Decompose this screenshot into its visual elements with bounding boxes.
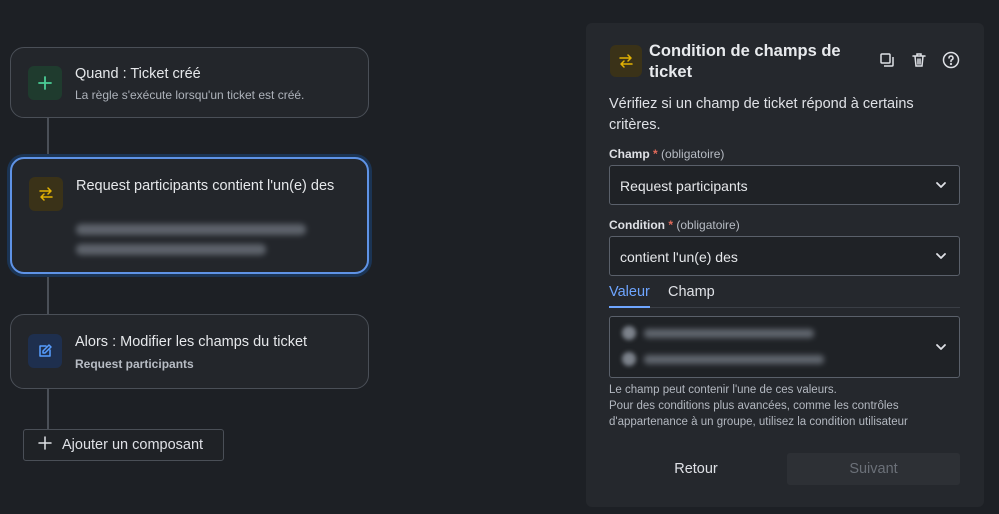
tab-champ[interactable]: Champ [668,284,715,308]
trigger-title: Quand : Ticket créé [75,66,201,82]
help-icon[interactable] [942,51,960,69]
trigger-subtitle: La règle s'exécute lorsqu'un ticket est … [75,88,305,102]
flow-connector [47,389,49,429]
trigger-node[interactable]: Quand : Ticket créé La règle s'exécute l… [10,47,369,118]
action-node[interactable]: Alors : Modifier les champs du ticket Re… [10,314,369,389]
edit-pencil-icon [28,334,62,368]
flow-connector [47,118,49,157]
chevron-down-icon [936,344,946,350]
redacted-value [76,224,306,235]
values-multiselect[interactable] [609,316,960,378]
add-component-label: Ajouter un composant [62,437,204,453]
plus-icon [38,436,52,454]
field-label: Champ * (obligatoire) [609,147,725,161]
panel-description: Vérifiez si un champ de ticket répond à … [609,96,914,133]
help-text: Le champ peut contenir l'une de ces vale… [609,384,908,428]
condition-select-value: contient l'un(e) des [620,249,738,265]
chevron-down-icon [936,253,946,259]
panel-title: Condition de champs de ticket [649,42,841,81]
back-button[interactable]: Retour [650,453,742,485]
plus-icon [28,66,62,100]
trash-icon[interactable] [910,51,928,69]
field-select-value: Request participants [620,178,748,194]
flow-connector [47,274,49,314]
value-tabs: Valeur Champ [609,284,960,308]
value-chip[interactable] [622,326,814,340]
panel-actions [878,51,960,69]
value-chip[interactable] [622,352,824,366]
action-title: Alors : Modifier les champs du ticket [75,334,308,350]
redacted-value [76,244,266,255]
duplicate-icon[interactable] [878,51,896,69]
swap-arrows-icon [29,177,63,211]
condition-select[interactable]: contient l'un(e) des [609,236,960,276]
add-component-button[interactable]: Ajouter un composant [23,429,224,461]
condition-node[interactable]: Request participants contient l'un(e) de… [10,157,369,274]
swap-arrows-icon [610,45,642,77]
field-select[interactable]: Request participants [609,165,960,205]
condition-config-panel: Condition de champs de ticket Vérifiez s… [586,23,984,507]
chevron-down-icon [936,182,946,188]
next-button[interactable]: Suivant [787,453,960,485]
tab-valeur[interactable]: Valeur [609,284,650,308]
condition-title: Request participants contient l'un(e) de… [76,178,335,194]
condition-label: Condition * (obligatoire) [609,218,740,232]
action-subtitle: Request participants [75,357,194,371]
